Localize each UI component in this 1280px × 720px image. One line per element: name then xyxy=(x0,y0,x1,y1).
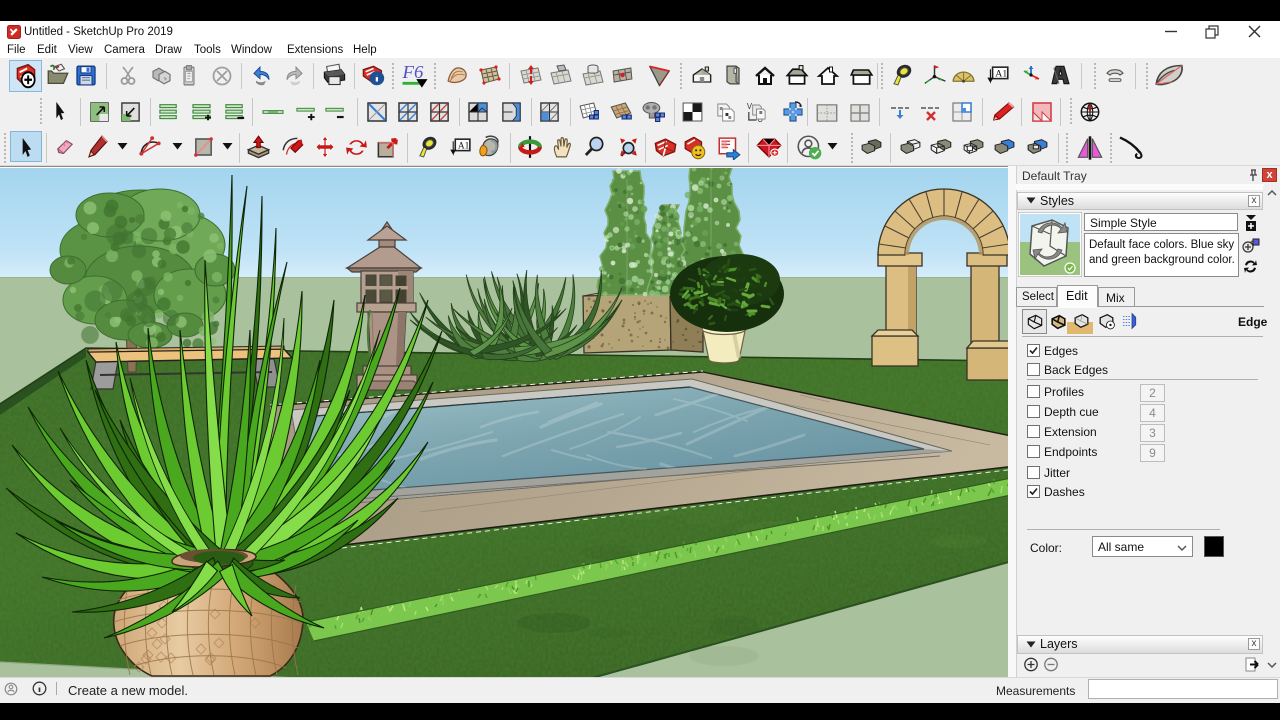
svg-text:A1: A1 xyxy=(458,142,470,152)
svg-text:F6: F6 xyxy=(401,62,424,82)
svg-text:A1: A1 xyxy=(995,69,1007,80)
svg-text:V: V xyxy=(747,102,753,111)
